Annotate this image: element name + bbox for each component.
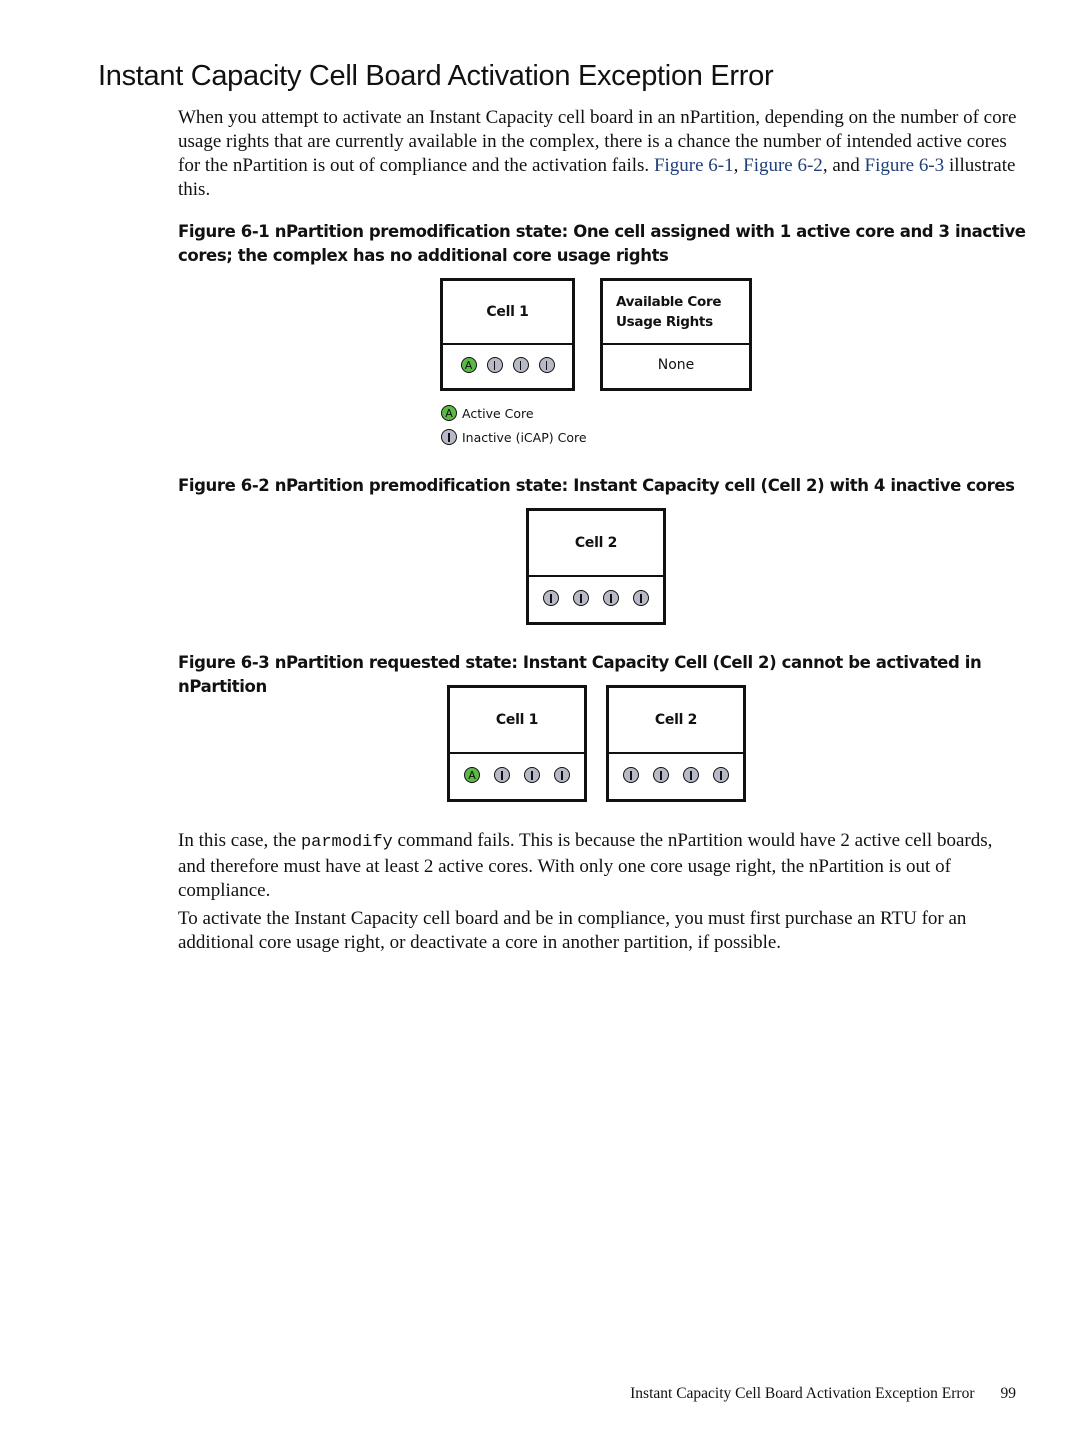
- intro-paragraph: When you attempt to activate an Instant …: [178, 106, 1023, 202]
- legend-label: Active Core: [462, 405, 534, 421]
- page-number: 99: [1000, 1385, 1017, 1402]
- figure-6-1-rights-box: Available Core Usage Rights None: [600, 278, 752, 391]
- separator: , and: [822, 155, 865, 176]
- figure-6-1-link[interactable]: Figure 6-1: [654, 155, 734, 176]
- core-row: [529, 574, 663, 622]
- figure-6-3-cell-1-box: Cell 1 A: [447, 685, 587, 802]
- inactive-core-icon: [543, 590, 559, 606]
- inactive-core-icon: [494, 767, 510, 783]
- legend-label: Inactive (iCAP) Core: [462, 429, 587, 445]
- cell-label: Cell 2: [609, 688, 743, 754]
- core-row: A: [450, 751, 584, 799]
- running-title: Instant Capacity Cell Board Activation E…: [630, 1385, 975, 1402]
- inactive-core-icon: [623, 767, 639, 783]
- figure-6-3-link[interactable]: Figure 6-3: [865, 155, 945, 176]
- active-core-icon: A: [464, 767, 480, 783]
- figure-6-2-link[interactable]: Figure 6-2: [743, 155, 823, 176]
- legend-active: A Active Core: [441, 405, 534, 421]
- rights-value: None: [657, 357, 695, 373]
- core-row: [609, 751, 743, 799]
- inactive-core-icon: [653, 767, 669, 783]
- core-row: A: [443, 342, 572, 388]
- active-core-icon: A: [441, 405, 457, 421]
- figure-6-3-caption: Figure 6-3 nPartition requested state: I…: [178, 653, 982, 696]
- rights-label: Available Core Usage Rights: [603, 281, 749, 345]
- figure-6-1-cell-1-box: Cell 1 A: [440, 278, 575, 391]
- rights-label-line-2: Usage Rights: [616, 314, 713, 330]
- text: In this case, the: [178, 830, 301, 851]
- section-title: Instant Capacity Cell Board Activation E…: [98, 60, 774, 92]
- explanation-paragraph: In this case, the parmodify command fail…: [178, 829, 1023, 903]
- figure-6-2-cell-2-box: Cell 2: [526, 508, 666, 625]
- inactive-core-icon: [554, 767, 570, 783]
- rights-label-line-1: Available Core: [616, 294, 722, 310]
- inactive-core-icon: [512, 357, 529, 373]
- figure-6-2-caption: Figure 6-2 nPartition premodification st…: [178, 476, 1015, 495]
- inactive-core-icon: [524, 767, 540, 783]
- parmodify-command: parmodify: [300, 833, 393, 852]
- cell-label: Cell 1: [443, 281, 572, 345]
- legend-inactive: Inactive (iCAP) Core: [441, 429, 587, 445]
- inactive-core-icon: [573, 590, 589, 606]
- figure-6-3-cell-2-box: Cell 2: [606, 685, 746, 802]
- inactive-core-icon: [633, 590, 649, 606]
- page-footer: Instant Capacity Cell Board Activation E…: [0, 1385, 1016, 1403]
- inactive-core-icon: [486, 357, 503, 373]
- cell-label: Cell 1: [450, 688, 584, 754]
- active-core-icon: A: [460, 357, 477, 373]
- cell-label: Cell 2: [529, 511, 663, 577]
- resolution-paragraph: To activate the Instant Capacity cell bo…: [178, 908, 967, 953]
- figure-6-1-caption: Figure 6-1 nPartition premodification st…: [178, 222, 1026, 265]
- inactive-core-icon: [713, 767, 729, 783]
- separator: ,: [733, 155, 744, 176]
- inactive-core-icon: [603, 590, 619, 606]
- inactive-core-icon: [683, 767, 699, 783]
- inactive-core-icon: [538, 357, 555, 373]
- inactive-core-icon: [441, 429, 457, 445]
